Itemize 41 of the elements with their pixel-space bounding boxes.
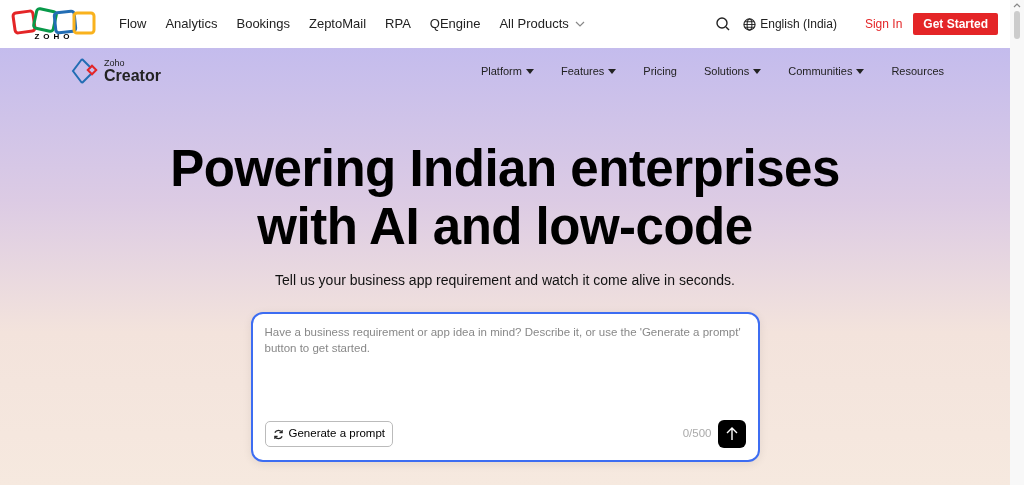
nav-link[interactable]: All Products <box>499 14 585 34</box>
product-nav-item[interactable]: Pricing <box>643 62 677 80</box>
search-icon[interactable] <box>716 17 731 31</box>
product-nav-item[interactable]: Platform <box>480 62 534 80</box>
scrollbar-thumb[interactable] <box>1014 11 1020 39</box>
chevron-down-icon <box>574 21 585 27</box>
send-button[interactable] <box>717 420 746 448</box>
logo-text: ZOHO <box>34 33 74 41</box>
globe-icon <box>743 17 757 31</box>
nav-link[interactable]: Bookings <box>236 14 290 34</box>
caret-down-icon <box>856 68 865 74</box>
scroll-up-icon[interactable] <box>1013 2 1021 8</box>
character-counter: 0/500 <box>682 426 712 442</box>
prompt-textarea[interactable]: Have a business requirement or app idea in mind? Describe it, or use the 'Generate a prompt' button to get started. <box>264 324 746 420</box>
creator-logo-icon <box>70 56 100 86</box>
brand-name: Creator <box>104 67 161 84</box>
nav-link[interactable]: ZeptoMail <box>308 14 367 34</box>
product-nav-item[interactable]: Solutions <box>703 62 762 80</box>
logo-icon <box>11 7 97 35</box>
arrow-up-icon <box>725 427 738 441</box>
zoho-logo[interactable]: ZOHO <box>11 7 97 41</box>
refresh-icon <box>272 428 284 440</box>
hero-headline: with AI and low-code <box>257 198 753 256</box>
nav-link[interactable]: Flow <box>119 14 147 34</box>
nav-link[interactable]: RPA <box>385 14 411 34</box>
product-nav-item[interactable]: Resources <box>891 62 944 80</box>
product-nav-item[interactable]: Features <box>560 62 617 80</box>
caret-down-icon <box>608 68 617 74</box>
hero-headline: Powering Indian enterprises <box>170 140 840 198</box>
caret-down-icon <box>525 68 534 74</box>
brand-small-text: Zoho <box>104 58 126 68</box>
hero-subtitle: Tell us your business app requirement and watch it come alive in seconds. <box>275 271 735 290</box>
sign-in-link[interactable]: Sign In <box>864 15 903 33</box>
nav-link[interactable]: Analytics <box>165 14 218 34</box>
generate-prompt-button[interactable]: Generate a prompt <box>264 421 394 447</box>
language-selector[interactable]: English (India) <box>760 15 837 33</box>
get-started-button[interactable]: Get Started <box>913 13 998 35</box>
product-nav-item[interactable]: Communities <box>788 62 865 80</box>
nav-link[interactable]: QEngine <box>429 14 481 34</box>
prompt-input-field[interactable]: Have a business requirement or app idea in mind? Describe it, or use the 'Generate a prompt' button to get started. Generate a prompt 0/500 <box>250 312 760 462</box>
caret-down-icon <box>753 68 762 74</box>
